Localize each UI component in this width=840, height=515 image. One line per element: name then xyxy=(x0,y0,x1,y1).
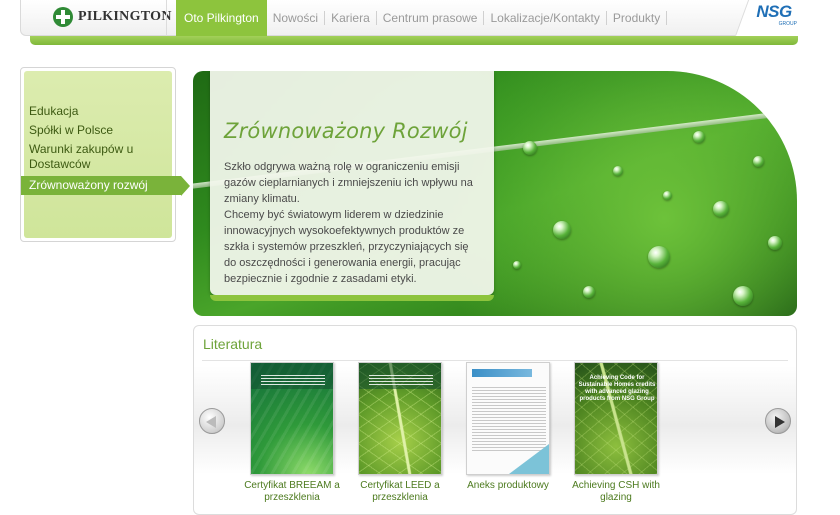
sidebar-item-warunki[interactable]: Warunki zakupów u Dostawców xyxy=(24,140,172,174)
nav-item-centrum-prasowe[interactable]: Centrum prasowe xyxy=(377,11,485,25)
nav-item-kariera[interactable]: Kariera xyxy=(325,11,377,25)
main-nav: Oto Pilkington Nowości Kariera Centrum p… xyxy=(176,0,668,36)
page-title: Zrównoważony Rozwój xyxy=(224,119,468,143)
cover-header-band xyxy=(472,369,532,377)
sidebar-item-label: Zrównoważony rozwój xyxy=(29,178,148,192)
literature-item-label[interactable]: Certyfikat LEED a przeszklenia xyxy=(345,480,455,504)
water-drop-image xyxy=(613,166,623,176)
water-drop-image xyxy=(648,246,670,268)
hero-paragraph-1: Szkło odgrywa ważną rolę w ograniczeniu … xyxy=(224,161,473,205)
literature-carousel: Literatura Certyfikat BREEAM a przeszkle… xyxy=(193,325,797,515)
cover-corner-graphic xyxy=(509,444,549,474)
leed-brochure-cover[interactable] xyxy=(358,362,442,475)
hero-paragraph-2: Chcemy być światowym liderem w dziedzini… xyxy=(224,209,469,285)
cover-title-lines xyxy=(261,375,325,387)
nsg-group-logo[interactable]: NSG GROUP xyxy=(751,2,797,28)
sidebar-item-zrownowazony-rozwoj[interactable]: Zrównoważony rozwój xyxy=(21,176,190,196)
logo-divider xyxy=(166,0,167,36)
literature-item-breeam[interactable]: Certyfikat BREEAM a przeszklenia xyxy=(237,362,347,504)
hero-text-panel: Zrównoważony Rozwój Szkło odgrywa ważną … xyxy=(210,71,494,301)
literature-item-csh[interactable]: Achieving Code for Sustainable Homes cre… xyxy=(561,362,671,504)
literature-item-label[interactable]: Achieving CSH with glazing xyxy=(561,480,671,504)
nav-item-nowosci[interactable]: Nowości xyxy=(267,11,326,25)
cover-title-lines xyxy=(369,375,433,387)
nav-item-produkty[interactable]: Produkty xyxy=(607,11,668,25)
nav-item-oto-pilkington[interactable]: Oto Pilkington xyxy=(176,0,267,36)
literature-item-label[interactable]: Certyfikat BREEAM a przeszklenia xyxy=(237,480,347,504)
sidebar-item-spolki[interactable]: Spółki w Polsce xyxy=(24,121,172,140)
water-drop-image xyxy=(768,236,782,250)
header-accent-bar xyxy=(30,35,798,45)
product-annex-cover[interactable] xyxy=(466,362,550,475)
literature-title: Literatura xyxy=(203,336,263,352)
brand-name: PILKINGTON xyxy=(78,9,172,24)
nsg-logo-sub: GROUP xyxy=(778,21,797,27)
hero-panel-accent xyxy=(210,295,494,301)
carousel-next-button[interactable] xyxy=(765,408,791,434)
sidebar-nav: Edukacja Spółki w Polsce Warunki zakupów… xyxy=(20,67,190,242)
pilkington-logo[interactable]: PILKINGTON xyxy=(53,4,172,30)
literature-item-label[interactable]: Aneks produktowy xyxy=(453,480,563,492)
literature-item-leed[interactable]: Certyfikat LEED a przeszklenia xyxy=(345,362,455,504)
water-drop-image xyxy=(553,221,571,239)
site-header: PILKINGTON Oto Pilkington Nowości Karier… xyxy=(20,0,817,46)
sidebar-panel: Edukacja Spółki w Polsce Warunki zakupów… xyxy=(21,71,190,238)
pilkington-cross-icon xyxy=(53,7,73,27)
water-drop-image xyxy=(523,141,537,155)
active-arrow-icon xyxy=(181,176,190,196)
cover-title-text: Achieving Code for Sustainable Homes cre… xyxy=(578,375,656,402)
nav-item-lokalizacje[interactable]: Lokalizacje/Kontakty xyxy=(484,11,607,25)
water-drop-image xyxy=(583,286,595,298)
sidebar-item-edukacja[interactable]: Edukacja xyxy=(24,102,172,121)
water-drop-image xyxy=(753,156,764,167)
csh-brochure-cover[interactable]: Achieving Code for Sustainable Homes cre… xyxy=(574,362,658,475)
nsg-logo-text: NSG xyxy=(756,2,792,21)
water-drop-image xyxy=(693,131,705,143)
literature-divider xyxy=(202,360,788,361)
hero-banner: Zrównoważony Rozwój Szkło odgrywa ważną … xyxy=(193,71,797,316)
water-drop-image xyxy=(733,286,753,306)
header-bar: PILKINGTON Oto Pilkington Nowości Karier… xyxy=(20,0,817,36)
water-drop-image xyxy=(513,261,521,269)
water-drop-image xyxy=(663,191,672,200)
breeam-brochure-cover[interactable] xyxy=(250,362,334,475)
literature-item-aneks[interactable]: Aneks produktowy xyxy=(453,362,563,492)
water-drop-image xyxy=(713,201,729,217)
carousel-prev-button[interactable] xyxy=(199,408,225,434)
